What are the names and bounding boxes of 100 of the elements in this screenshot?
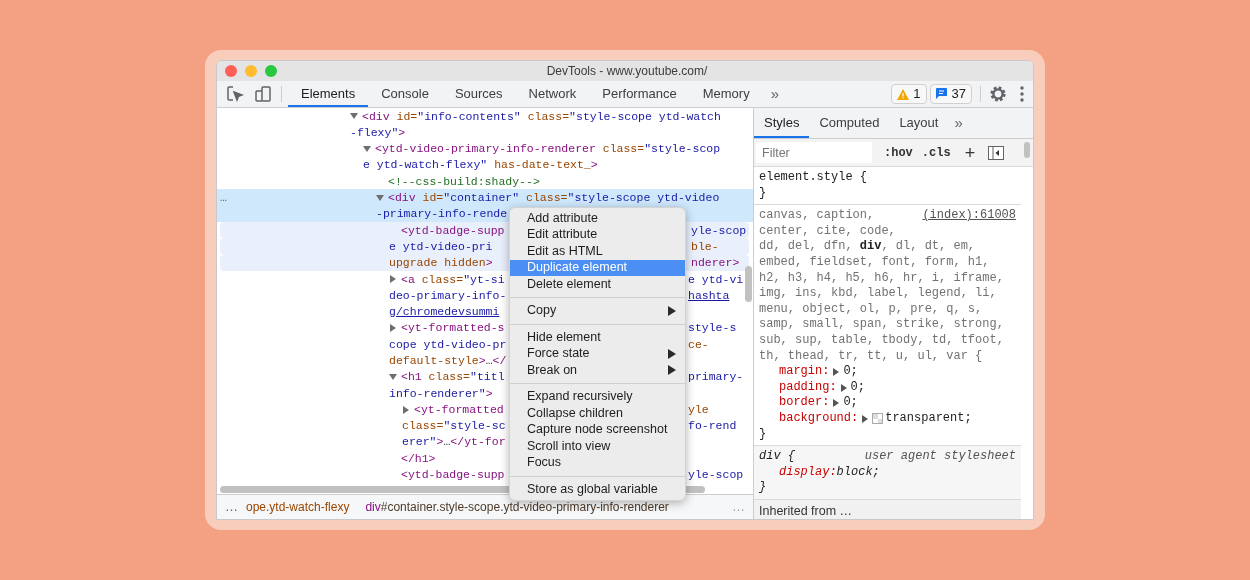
menu-item[interactable]: Break on — [510, 362, 685, 379]
property-value: 0; — [850, 379, 865, 396]
css-selector-line: element.style { — [759, 170, 868, 186]
hover-state-toggle[interactable]: :hov — [884, 143, 913, 162]
code-line: <yt-formatted — [414, 401, 504, 418]
property-value: 0; — [843, 364, 858, 380]
panel-tab[interactable]: Network — [515, 81, 590, 107]
collapsed-arrow-icon[interactable] — [389, 324, 397, 332]
more-tabs-chevron[interactable]: » — [762, 82, 787, 106]
more-options-icon[interactable] — [1020, 86, 1024, 102]
code-link[interactable]: g/chromedevsummi — [389, 305, 500, 319]
inspect-element-icon[interactable] — [226, 85, 244, 103]
panel-tab[interactable]: Performance — [589, 81, 690, 107]
code-line: e ytd-watch-flexy" has-date-text_> — [363, 157, 598, 174]
inherited-section-header: Inherited from … — [754, 499, 1021, 519]
sidebar-toggle-icon[interactable] — [988, 145, 1005, 160]
settings-icon[interactable] — [989, 85, 1007, 103]
menu-item[interactable]: Store as global variable — [510, 481, 685, 498]
menu-item[interactable]: Hide element — [510, 329, 685, 346]
code-line: -flexy"> — [350, 124, 406, 141]
code-line: upgrade hidden> — [389, 255, 493, 272]
new-rule-button[interactable]: + — [964, 143, 976, 162]
device-toolbar-icon[interactable] — [254, 85, 272, 103]
property-value: 0; — [843, 395, 858, 411]
property-value: transparent; — [885, 410, 972, 427]
menu-item[interactable]: Capture node screenshot — [510, 421, 685, 438]
selected-node-row[interactable]: … <div id="container" class="style-scope ytd-video — [217, 189, 753, 206]
panel-tab[interactable]: Sources — [441, 81, 516, 107]
sidebar-tab[interactable]: Computed — [809, 108, 890, 138]
expand-property-icon[interactable] — [862, 414, 869, 423]
expand-property-icon[interactable] — [840, 383, 847, 392]
collapsed-arrow-icon[interactable] — [389, 275, 397, 284]
expanded-arrow-icon[interactable] — [389, 372, 397, 381]
more-tabs-chevron[interactable]: » — [948, 111, 969, 135]
code-line: style-s — [688, 320, 737, 337]
warning-icon — [897, 88, 910, 100]
source-link[interactable]: (index):61008 — [922, 208, 1016, 224]
property-name: border: — [779, 395, 830, 411]
code-link[interactable]: hashta — [688, 288, 730, 302]
breadcrumb-item[interactable]: div#container.style-scope.ytd-video-primary-info-renderer — [365, 498, 677, 516]
stylesheet-origin: user agent stylesheet — [864, 449, 1016, 465]
code-line: <!--css-build:shady--> — [388, 173, 540, 190]
closing-brace: } — [759, 426, 767, 441]
vertical-scrollbar-thumb[interactable] — [1024, 142, 1030, 158]
expanded-arrow-icon[interactable] — [350, 112, 358, 121]
code-line: ce- — [688, 336, 709, 353]
collapsed-arrow-icon[interactable] — [402, 405, 410, 414]
menu-item[interactable]: Force state — [510, 345, 685, 362]
menu-item[interactable]: Collapse children — [510, 405, 685, 422]
code-line: deo-primary-info- — [389, 287, 507, 304]
node-gutter-dots[interactable]: … — [220, 189, 227, 207]
css-selector-line: h2, h3, h4, h5, h6, hr, i, iframe, — [759, 270, 1004, 287]
menu-item[interactable]: Copy — [510, 302, 685, 319]
breadcrumb-item[interactable]: ope.ytd-watch-flexy — [246, 498, 366, 516]
expanded-arrow-icon[interactable] — [363, 144, 371, 153]
expand-property-icon[interactable] — [833, 399, 840, 408]
menu-item[interactable]: Delete element — [510, 276, 685, 293]
code-line: default-style>…</ — [389, 353, 507, 369]
code-line: cope ytd-video-pr — [389, 336, 507, 353]
css-selector-line: center, cite, code, — [759, 223, 896, 240]
code-line: <a class="yt-si — [401, 271, 505, 288]
code-line: e ytd-vi — [688, 271, 744, 288]
code-line: erer">…</yt-for — [402, 434, 506, 451]
code-line: <yt-formatted-s — [401, 320, 505, 337]
messages-counter[interactable]: 37 — [929, 84, 972, 104]
message-icon — [935, 88, 947, 100]
class-toggle[interactable]: .cls — [921, 143, 951, 162]
code-line: e ytd-video-pri — [389, 238, 493, 255]
panel-tab[interactable]: Memory — [689, 81, 763, 107]
breadcrumb-overflow[interactable]: … — [217, 497, 246, 517]
menu-item[interactable]: Scroll into view — [510, 438, 685, 455]
property-name: padding: — [779, 379, 837, 396]
code-line: primary- — [688, 369, 744, 386]
panel-tab[interactable]: Elements — [288, 81, 369, 107]
submenu-arrow-icon — [668, 305, 676, 316]
warnings-counter[interactable]: 1 — [891, 84, 927, 104]
menu-item[interactable]: Focus — [510, 454, 685, 471]
submenu-arrow-icon — [668, 365, 676, 376]
expanded-arrow-icon[interactable] — [376, 193, 384, 202]
code-line: <div id="container" class="style-scope ytd-video — [388, 190, 720, 206]
css-selector-line: menu, object, ol, p, pre, q, s, — [759, 301, 983, 318]
vertical-scrollbar-thumb[interactable] — [745, 266, 752, 302]
window-title: DevTools - www.youtube.com/ — [546, 63, 708, 80]
code-line: </h1> — [401, 450, 436, 467]
property-name: margin: — [779, 364, 830, 380]
code-line: info-renderer"> — [389, 385, 493, 402]
code-line: yle-scop — [688, 467, 744, 484]
submenu-arrow-icon — [668, 348, 676, 359]
property-name: display: — [779, 464, 837, 481]
code-line: <ytd-badge-supp — [401, 467, 505, 484]
menu-item[interactable]: Expand recursively — [510, 388, 685, 405]
color-swatch-icon[interactable] — [872, 413, 884, 425]
code-line: nderer> — [691, 255, 740, 272]
sidebar-tab[interactable]: Layout — [889, 108, 949, 138]
code-line: class="style-sc — [402, 418, 506, 435]
css-selector-line: samp, small, span, strike, strong, — [759, 317, 1004, 333]
expand-property-icon[interactable] — [833, 367, 840, 376]
filter-field[interactable]: Filter — [756, 142, 872, 163]
panel-tab[interactable]: Console — [368, 81, 442, 107]
code-line: fo-rend — [688, 418, 737, 435]
